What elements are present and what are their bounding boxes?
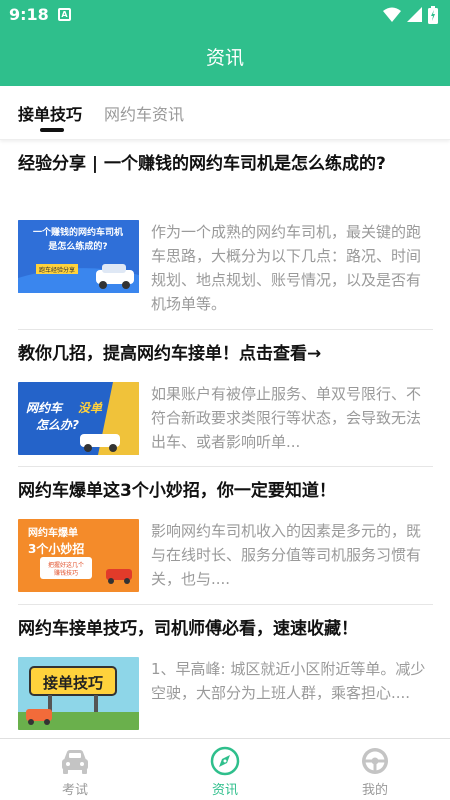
tab-order-tips[interactable]: 接单技巧 xyxy=(18,101,82,125)
nav-news[interactable]: 资讯 xyxy=(150,739,300,800)
bottom-navigation: 考试 资讯 我的 xyxy=(0,738,450,800)
steering-wheel-icon xyxy=(362,748,388,774)
thumb-tag: 跑车经验分享 xyxy=(39,266,75,274)
thumb-line-1: 接单技巧 xyxy=(43,674,103,692)
article-thumbnail: 一个赚钱的网约车司机 是怎么练成的? 跑车经验分享 xyxy=(18,220,139,293)
wifi-icon xyxy=(383,7,401,22)
thumb-line-1: 一个赚钱的网约车司机 xyxy=(33,226,123,238)
a-letter-icon: A xyxy=(58,8,71,21)
nav-label: 考试 xyxy=(61,783,88,798)
status-time: 9:18 xyxy=(9,5,49,24)
tab-indicator xyxy=(40,128,64,132)
thumb-line-2: 怎么办? xyxy=(36,418,79,432)
article-card[interactable]: 教你几招，提高网约车接单！点击查看→ 网约车 没单 怎么办? 如果账户有被停止服… xyxy=(18,330,433,467)
thumb-line-1: 网约车爆单 xyxy=(28,526,78,539)
article-thumbnail: 网约车 没单 怎么办? xyxy=(18,382,139,455)
car-icon xyxy=(62,750,88,774)
thumb-tag-1: 把握好这几个 xyxy=(48,561,84,569)
nav-label: 资讯 xyxy=(211,783,238,798)
nav-profile[interactable]: 我的 xyxy=(300,739,450,800)
signal-icon xyxy=(407,7,422,22)
article-thumbnail: 接单技巧 xyxy=(18,657,139,730)
thumb-line-1b: 没单 xyxy=(78,401,103,415)
article-title: 教你几招，提高网约车接单！点击查看→ xyxy=(18,344,322,364)
tab-bar: 接单技巧 网约车资讯 xyxy=(0,86,450,140)
article-list[interactable]: 经验分享 | 一个赚钱的网约车司机是怎么练成的? 一个赚钱的网约车司机 是怎么练… xyxy=(0,140,450,738)
article-card[interactable]: 经验分享 | 一个赚钱的网约车司机是怎么练成的? 一个赚钱的网约车司机 是怎么练… xyxy=(18,140,433,330)
thumb-line-2: 是怎么练成的? xyxy=(47,240,107,252)
article-title: 经验分享 | 一个赚钱的网约车司机是怎么练成的? xyxy=(18,154,386,174)
article-card[interactable]: 网约车接单技巧，司机师傅必看，速速收藏！ 接单技巧 1、早高峰: 城区就近小区附… xyxy=(18,605,433,738)
article-summary: 如果账户有被停止服务、单双号限行、不符合新政要求类限行等状态，会导致无法出车、或… xyxy=(151,385,422,451)
article-title: 网约车爆单这3个小妙招，你一定要知道！ xyxy=(18,481,336,501)
battery-icon xyxy=(428,6,438,24)
compass-icon xyxy=(210,746,240,776)
article-summary: 1、早高峰: 城区就近小区附近等单。减少空驶，大部分为上班人群，乘客担心.... xyxy=(151,660,426,702)
article-title: 网约车接单技巧，司机师傅必看，速速收藏！ xyxy=(18,619,358,639)
nav-label: 我的 xyxy=(361,783,388,798)
thumb-tag-2: 赚钱技巧 xyxy=(54,569,78,577)
tab-ride-hailing-news[interactable]: 网约车资讯 xyxy=(104,101,184,125)
article-thumbnail: 网约车爆单 3个小妙招 把握好这几个 赚钱技巧 xyxy=(18,519,139,592)
thumb-line-1: 网约车 xyxy=(26,401,64,415)
nav-exam[interactable]: 考试 xyxy=(0,739,150,800)
status-bar: 9:18 A xyxy=(0,0,450,30)
page-title: 资讯 xyxy=(205,47,244,69)
app-bar: 资讯 xyxy=(0,30,450,86)
article-card[interactable]: 网约车爆单这3个小妙招，你一定要知道！ 网约车爆单 3个小妙招 把握好这几个 赚… xyxy=(18,467,433,605)
article-summary: 影响网约车司机收入的因素是多元的，既与在线时长、服务分值等司机服务习惯有关，也与… xyxy=(151,522,422,588)
article-summary: 作为一个成熟的网约车司机，最关键的跑车思路，大概分为以下几点：路况、时间规划、地… xyxy=(151,223,422,313)
system-icons xyxy=(383,6,438,24)
thumb-line-2: 3个小妙招 xyxy=(28,541,84,556)
